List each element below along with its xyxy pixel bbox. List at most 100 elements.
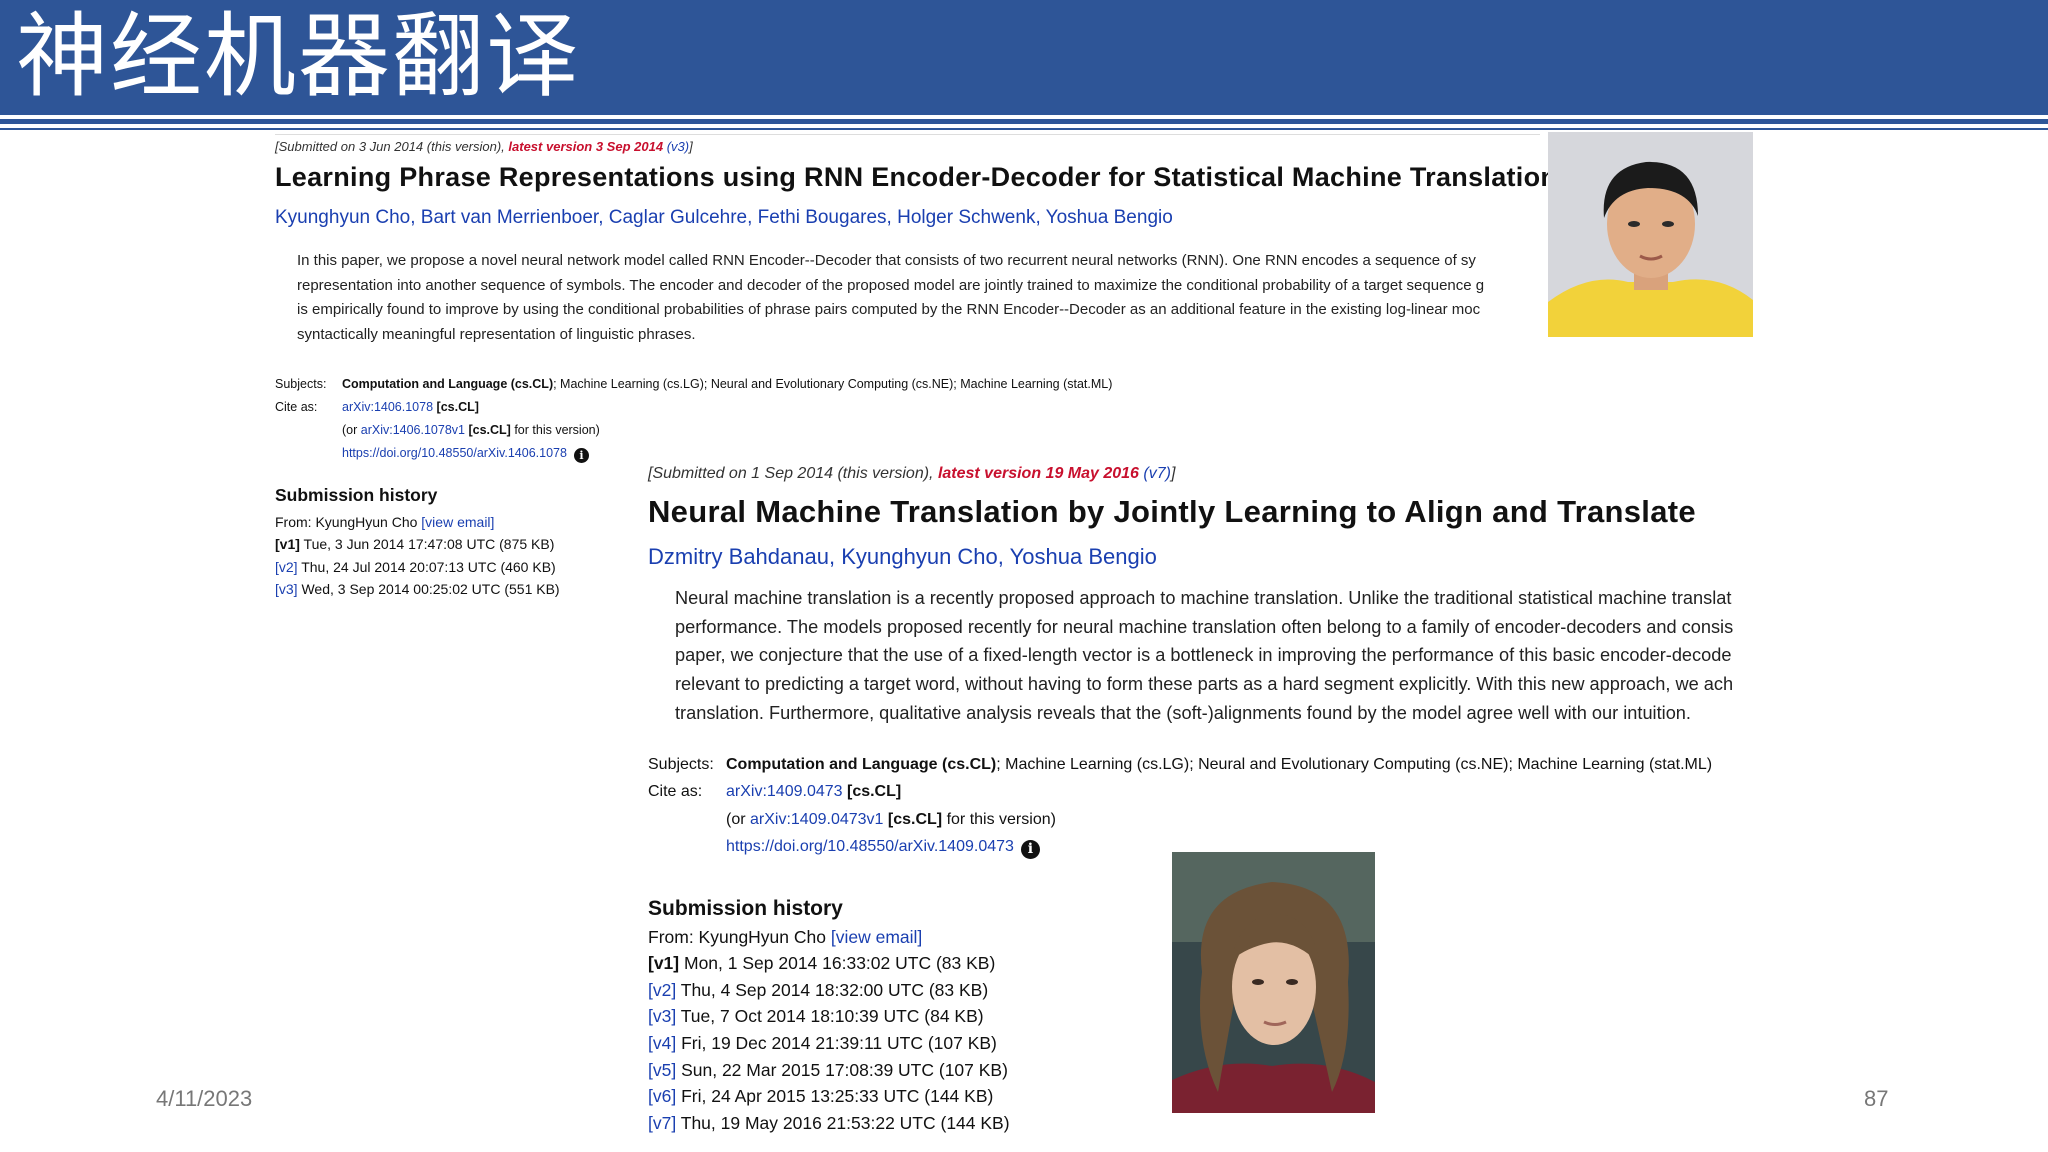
author-link[interactable]: Bart van Merrienboer (421, 207, 598, 228)
version-link[interactable]: [v4] (648, 1033, 676, 1053)
abstract-line: paper, we conjecture that the use of a f… (675, 645, 1732, 666)
divider-thin (0, 128, 2048, 130)
paper2-title: Neural Machine Translation by Jointly Le… (648, 494, 1696, 529)
cite-alt-category: [cs.CL] (468, 423, 511, 437)
abstract-line: Neural machine translation is a recently… (675, 588, 1732, 608)
paper1-title: Learning Phrase Representations using RN… (275, 162, 1558, 192)
subjects-label: Subjects: (648, 755, 714, 773)
latest-version-link[interactable]: (v3) (667, 139, 689, 154)
version-label: [v1] (275, 536, 300, 552)
submitted-text: [Submitted on 1 Sep 2014 (this version), (648, 465, 938, 482)
version-date: Fri, 24 Apr 2015 13:25:33 UTC (144 KB) (676, 1086, 994, 1107)
history-from: From: KyungHyun Cho (275, 513, 422, 530)
submitted-text: [Submitted on 3 Jun 2014 (this version), (275, 139, 509, 154)
version-date: Tue, 3 Jun 2014 17:47:08 UTC (875 KB) (299, 536, 555, 552)
arxiv-version-link[interactable]: arXiv:1409.0473v1 (750, 811, 883, 828)
paper1-metadata: Subjects: Computation and Language (cs.CL… (275, 373, 1540, 465)
history-row: [v2] Thu, 4 Sep 2014 18:32:00 UTC (83 KB… (648, 977, 1010, 1004)
submitted-suffix: ] (689, 139, 693, 154)
author-photo-bahdanau (1172, 852, 1375, 1113)
history-row: [v4] Fri, 19 Dec 2014 21:39:11 UTC (107 … (648, 1030, 1010, 1057)
other-subjects: ; Machine Learning (cs.LG); Neural and E… (996, 755, 1713, 773)
version-link[interactable]: [v6] (648, 1086, 676, 1106)
history-row: [v2] Thu, 24 Jul 2014 20:07:13 UTC (460 … (275, 556, 560, 579)
version-link[interactable]: [v3] (275, 581, 298, 597)
history-row: [v3] Tue, 7 Oct 2014 18:10:39 UTC (84 KB… (648, 1003, 1010, 1030)
history-title: Submission history (275, 485, 438, 505)
doi-link[interactable]: https://doi.org/10.48550/arXiv.1409.0473 (726, 838, 1014, 855)
version-label: [v1] (648, 953, 680, 974)
author-link[interactable]: Yoshua Bengio (1046, 207, 1173, 228)
version-date: Mon, 1 Sep 2014 16:33:02 UTC (83 KB) (679, 953, 996, 974)
history-row: [v6] Fri, 24 Apr 2015 13:25:33 UTC (144 … (648, 1083, 1010, 1110)
author-link[interactable]: Caglar Gulcehre (609, 207, 747, 228)
arxiv-id-link[interactable]: arXiv:1406.1078 (342, 400, 433, 414)
cite-alt-prefix: (or (342, 423, 361, 437)
author-photo-cho (1548, 132, 1753, 337)
doi-link[interactable]: https://doi.org/10.48550/arXiv.1406.1078 (342, 446, 567, 460)
cite-category: [cs.CL] (436, 400, 479, 414)
author-link[interactable]: Kyunghyun Cho (275, 207, 410, 228)
divider-thick (0, 119, 2048, 124)
author-link[interactable]: Holger Schwenk (897, 207, 1035, 228)
author-link[interactable]: Yoshua Bengio (1010, 544, 1157, 569)
view-email-link[interactable]: [view email] (831, 927, 922, 947)
submitted-suffix: ] (1170, 465, 1176, 482)
cite-alt-category: [cs.CL] (887, 810, 943, 828)
cite-category: [cs.CL] (846, 783, 902, 801)
paper1-abstract-page: [Submitted on 3 Jun 2014 (this version),… (275, 134, 1558, 465)
version-link[interactable]: [v7] (648, 1113, 676, 1133)
slide-title: 神经机器翻译 (16, 3, 581, 110)
abstract-line: translation. Furthermore, qualitative an… (675, 702, 1691, 723)
author-link[interactable]: Dzmitry Bahdanau (648, 544, 829, 569)
paper1-authors: Kyunghyun Cho, Bart van Merrienboer, Cag… (275, 207, 1173, 228)
cite-label: Cite as: (648, 783, 703, 801)
slide-page-number: 87 (1864, 1086, 1889, 1111)
version-date: Thu, 19 May 2016 21:53:22 UTC (144 KB) (676, 1112, 1010, 1133)
version-link[interactable]: [v2] (648, 980, 676, 1000)
cite-alt-prefix: (or (726, 810, 750, 828)
version-link[interactable]: [v3] (648, 1006, 676, 1026)
cite-alt-suffix: for this version) (942, 810, 1056, 828)
primary-subject: Computation and Language (cs.CL) (726, 755, 997, 773)
abstract-line: syntactically meaningful representation … (297, 325, 696, 343)
version-date: Sun, 22 Mar 2015 17:08:39 UTC (107 KB) (676, 1059, 1008, 1080)
abstract-line: is empirically found to improve by using… (297, 301, 1481, 318)
info-icon[interactable]: i (1020, 840, 1040, 860)
primary-subject: Computation and Language (cs.CL) (342, 377, 554, 391)
paper2-metadata: Subjects: Computation and Language (cs.CL… (648, 751, 1758, 861)
abstract-line: relevant to predicting a target word, wi… (675, 674, 1734, 695)
version-date: Tue, 7 Oct 2014 18:10:39 UTC (84 KB) (676, 1006, 984, 1027)
version-link[interactable]: [v5] (648, 1060, 676, 1080)
view-email-link[interactable]: [view email] (421, 514, 494, 530)
author-link[interactable]: Fethi Bougares (758, 207, 887, 228)
history-title: Submission history (648, 897, 843, 920)
info-icon[interactable]: i (573, 448, 589, 463)
history-row: [v5] Sun, 22 Mar 2015 17:08:39 UTC (107 … (648, 1057, 1010, 1084)
arxiv-version-link[interactable]: arXiv:1406.1078v1 (361, 423, 465, 437)
version-date: Thu, 24 Jul 2014 20:07:13 UTC (460 KB) (297, 558, 556, 575)
cite-label: Cite as: (275, 400, 318, 414)
cite-alt-suffix: for this version) (510, 423, 600, 437)
version-date: Wed, 3 Sep 2014 00:25:02 UTC (551 KB) (297, 581, 560, 597)
subjects-label: Subjects: (275, 377, 327, 391)
title-banner: 神经机器翻译 (0, 0, 2048, 115)
abstract-line: In this paper, we propose a novel neural… (297, 252, 1476, 269)
author-link[interactable]: Kyunghyun Cho (841, 544, 998, 569)
paper2-abstract: Neural machine translation is a recently… (675, 584, 1755, 728)
abstract-line: performance. The models proposed recentl… (675, 616, 1734, 637)
arxiv-id-link[interactable]: arXiv:1409.0473 (726, 783, 843, 800)
abstract-line: representation into another sequence of … (297, 276, 1485, 294)
history-row: [v3] Wed, 3 Sep 2014 00:25:02 UTC (551 K… (275, 578, 560, 601)
latest-version: latest version 19 May 2016 (937, 465, 1139, 482)
version-link[interactable]: [v2] (275, 559, 298, 575)
history-row: [v1] Tue, 3 Jun 2014 17:47:08 UTC (875 K… (275, 533, 560, 556)
paper2-authors: Dzmitry Bahdanau, Kyunghyun Cho, Yoshua … (648, 544, 1157, 569)
latest-version-link[interactable]: (v7) (1143, 465, 1171, 482)
paper2-submission-history: Submission history From: KyungHyun Cho [… (648, 896, 1010, 1136)
history-from: From: KyungHyun Cho (648, 926, 831, 947)
history-row: [v7] Thu, 19 May 2016 21:53:22 UTC (144 … (648, 1110, 1010, 1137)
other-subjects: ; Machine Learning (cs.LG); Neural and E… (553, 377, 1113, 391)
latest-version: latest version 3 Sep 2014 (508, 139, 664, 154)
slide-date: 4/11/2023 (156, 1086, 253, 1111)
